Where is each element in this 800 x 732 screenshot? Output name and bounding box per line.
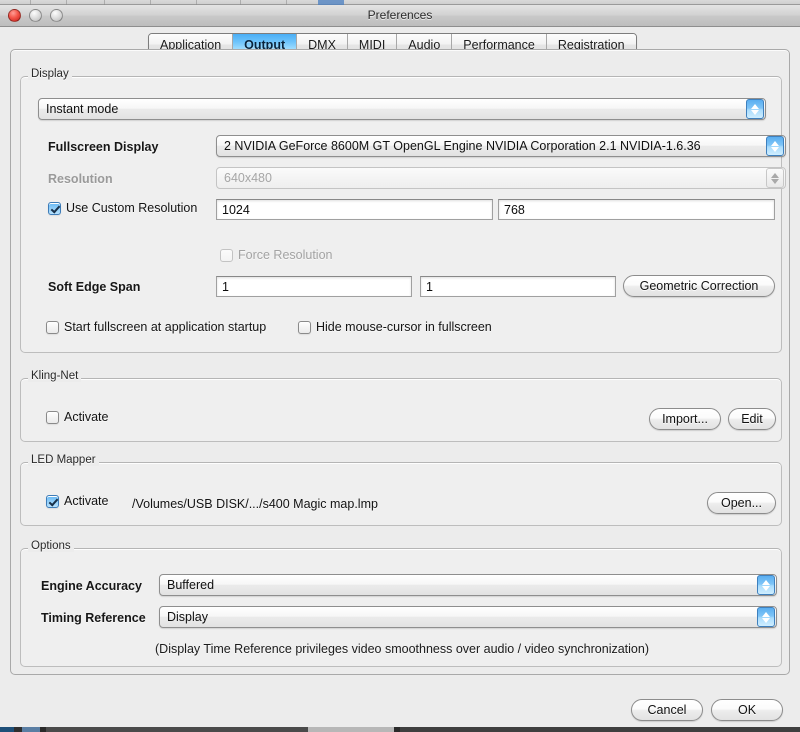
resolution-popup: 640x480 (216, 167, 786, 189)
led-mapper-group-label: LED Mapper (28, 454, 99, 466)
led-mapper-open-button[interactable]: Open... (707, 492, 776, 514)
kling-net-group-label: Kling-Net (28, 370, 82, 382)
timing-reference-value: Display (167, 610, 208, 624)
hide-cursor-checkbox[interactable]: Hide mouse-cursor in fullscreen (298, 320, 492, 334)
engine-accuracy-label: Engine Accuracy (41, 579, 142, 593)
display-group-label: Display (28, 68, 72, 80)
output-tab-panel: Display Instant mode Fullscreen Display … (10, 49, 790, 675)
display-group: Display Instant mode Fullscreen Display … (20, 68, 786, 353)
kling-net-activate-label: Activate (64, 410, 109, 424)
soft-edge-span-x-input[interactable]: 1 (216, 276, 412, 297)
led-mapper-path: /Volumes/USB DISK/.../s400 Magic map.lmp (132, 497, 378, 511)
use-custom-resolution-label: Use Custom Resolution (66, 201, 198, 215)
force-resolution-label: Force Resolution (238, 248, 333, 262)
checkbox-indicator (46, 320, 59, 334)
kling-net-import-button[interactable]: Import... (649, 408, 721, 430)
led-mapper-group: LED Mapper Activate /Volumes/USB DISK/..… (20, 454, 782, 526)
fullscreen-display-stepper-icon (766, 136, 784, 156)
desktop-strip (0, 727, 800, 732)
resolution-stepper-icon (766, 168, 784, 188)
geometric-correction-button[interactable]: Geometric Correction (623, 275, 775, 297)
display-mode-value: Instant mode (46, 102, 119, 116)
start-fullscreen-label: Start fullscreen at application startup (64, 320, 267, 334)
soft-edge-span-label: Soft Edge Span (48, 280, 141, 294)
custom-resolution-width-input[interactable]: 1024 (216, 199, 493, 220)
timing-reference-label: Timing Reference (41, 611, 146, 625)
timing-reference-stepper-icon (757, 607, 775, 627)
use-custom-resolution-checkbox[interactable]: Use Custom Resolution (48, 201, 197, 215)
screen: Preferences Application Output DMX MIDI … (0, 0, 800, 732)
checkbox-indicator (48, 201, 61, 215)
start-fullscreen-checkbox[interactable]: Start fullscreen at application startup (46, 320, 266, 334)
force-resolution-checkbox: Force Resolution (220, 248, 333, 262)
engine-accuracy-value: Buffered (167, 578, 215, 592)
ok-button[interactable]: OK (711, 699, 783, 721)
led-mapper-activate-label: Activate (64, 494, 109, 508)
preferences-window: Preferences Application Output DMX MIDI … (0, 5, 800, 727)
kling-net-activate-checkbox[interactable]: Activate (46, 410, 108, 424)
kling-net-edit-button[interactable]: Edit (728, 408, 776, 430)
window-title: Preferences (367, 8, 433, 22)
options-group: Options Engine Accuracy Buffered Timing … (20, 540, 782, 667)
resolution-value: 640x480 (224, 171, 272, 185)
timing-reference-popup[interactable]: Display (159, 606, 777, 628)
title-bar: Preferences (0, 5, 800, 27)
display-mode-popup[interactable]: Instant mode (38, 98, 766, 120)
checkbox-indicator (220, 248, 233, 262)
timing-reference-note: (Display Time Reference privileges video… (155, 642, 649, 656)
engine-accuracy-stepper-icon (757, 575, 775, 595)
fullscreen-display-value: 2 NVIDIA GeForce 8600M GT OpenGL Engine … (224, 139, 701, 153)
soft-edge-span-y-input[interactable]: 1 (420, 276, 616, 297)
resolution-label: Resolution (48, 172, 113, 186)
led-mapper-activate-checkbox[interactable]: Activate (46, 494, 108, 508)
engine-accuracy-popup[interactable]: Buffered (159, 574, 777, 596)
checkbox-indicator (298, 320, 311, 334)
display-mode-stepper-icon (746, 99, 764, 119)
options-group-label: Options (28, 540, 74, 552)
cancel-button[interactable]: Cancel (631, 699, 703, 721)
kling-net-group: Kling-Net Activate Import... Edit (20, 370, 782, 442)
checkbox-indicator (46, 410, 59, 424)
hide-cursor-label: Hide mouse-cursor in fullscreen (316, 320, 492, 334)
fullscreen-display-label: Fullscreen Display (48, 140, 159, 154)
custom-resolution-height-input[interactable]: 768 (498, 199, 775, 220)
fullscreen-display-popup[interactable]: 2 NVIDIA GeForce 8600M GT OpenGL Engine … (216, 135, 786, 157)
checkbox-indicator (46, 494, 59, 508)
